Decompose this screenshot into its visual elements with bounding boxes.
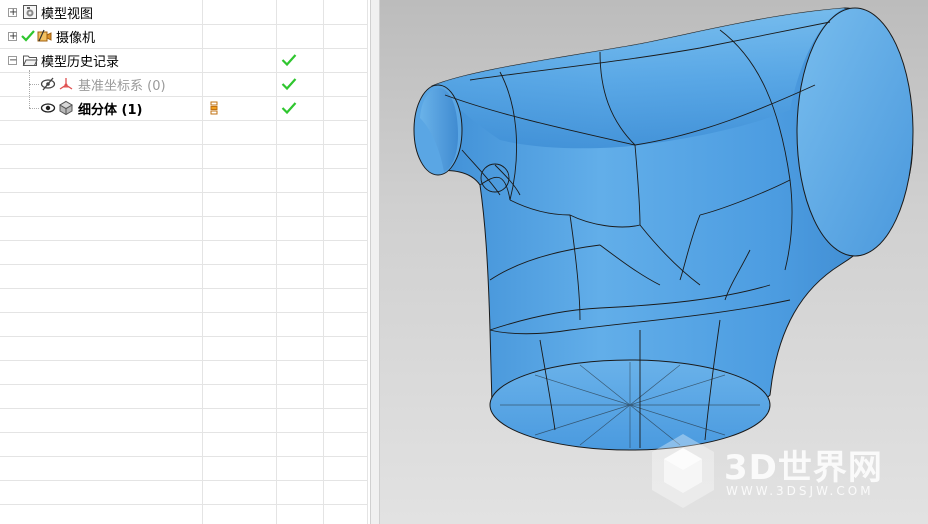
tree-node-model-views[interactable]: 模型视图 <box>22 0 93 24</box>
tree-node-subdivision-body[interactable]: 细分体 (1) <box>40 96 142 120</box>
panel-splitter[interactable] <box>370 0 380 524</box>
collapse-toggle-model-history[interactable]: − <box>8 56 17 66</box>
watermark-brand: 3D世界网 <box>724 448 883 488</box>
table-row <box>0 432 368 457</box>
tree-line <box>29 70 30 108</box>
tree-node-label: 细分体 (1) <box>78 102 143 118</box>
folder-open-icon <box>22 55 38 66</box>
tree-node-label: 摄像机 <box>56 30 96 46</box>
expand-toggle-model-views[interactable]: + <box>8 8 17 18</box>
watermark-url: WWW.3DSJW.COM <box>726 484 874 498</box>
table-row <box>0 360 368 385</box>
table-row <box>0 384 368 409</box>
tree-node-datum-csys[interactable]: 基准坐标系 (0) <box>40 72 166 96</box>
checkmark-icon <box>21 30 35 42</box>
dependency-marker-icon <box>210 101 218 115</box>
table-row <box>0 288 368 313</box>
tree-node-model-history[interactable]: 模型历史记录 <box>22 48 119 72</box>
table-row <box>0 144 368 169</box>
up-to-date-check-icon <box>281 78 297 91</box>
table-row <box>0 216 368 241</box>
tree-node-cameras[interactable]: 摄像机 <box>20 24 95 48</box>
up-to-date-check-icon <box>281 54 297 67</box>
table-row <box>0 240 368 265</box>
tree-node-label: 模型历史记录 <box>41 54 120 70</box>
table-row <box>0 504 368 524</box>
table-row <box>0 168 368 193</box>
table-row <box>0 408 368 433</box>
table-row <box>0 312 368 337</box>
hidden-eye-icon[interactable] <box>40 76 56 92</box>
part-navigator: + 模型视图 + 摄像机 − 模型历史记录 基准坐标系 (0) 细分体 (1) <box>0 0 370 524</box>
subdivision-body-icon <box>59 100 73 116</box>
camera-icon <box>37 29 52 42</box>
up-to-date-check-icon <box>281 102 297 115</box>
graphics-viewport[interactable]: 3D世界网 WWW.3DSJW.COM <box>380 0 928 524</box>
tree-line <box>29 108 39 109</box>
tree-line <box>29 84 39 85</box>
coordinate-system-icon <box>59 78 73 90</box>
watermark: 3D世界网 WWW.3DSJW.COM <box>648 432 918 512</box>
table-row <box>0 192 368 217</box>
model-views-icon <box>23 5 37 19</box>
expand-toggle-cameras[interactable]: + <box>8 32 17 42</box>
table-row <box>0 120 368 145</box>
tree-node-label: 模型视图 <box>41 6 94 22</box>
table-row <box>0 336 368 361</box>
table-row <box>0 480 368 505</box>
table-row <box>0 456 368 481</box>
3dsjw-logo-icon <box>652 434 714 508</box>
tree-node-label: 基准坐标系 (0) <box>78 78 166 94</box>
table-row <box>0 264 368 289</box>
visible-eye-icon[interactable] <box>40 100 56 116</box>
